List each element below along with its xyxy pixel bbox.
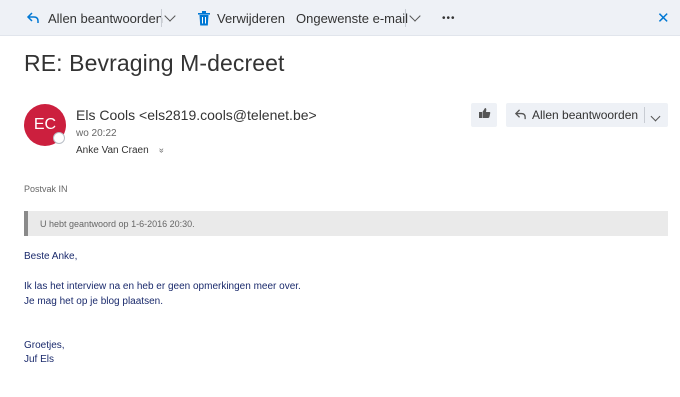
thumbs-up-icon bbox=[478, 106, 491, 124]
sender-name[interactable]: Els Cools <els2819.cools@telenet.be> bbox=[76, 107, 317, 123]
like-button[interactable] bbox=[471, 103, 497, 127]
recipient-line: Anke Van Craen » bbox=[76, 145, 167, 156]
body-line: Ik las het interview na en heb er geen o… bbox=[24, 281, 301, 292]
reply-all-icon bbox=[26, 11, 40, 25]
folder-label: Postvak IN bbox=[24, 184, 68, 194]
chevron-down-icon bbox=[409, 10, 421, 22]
junk-options-dropdown[interactable] bbox=[409, 0, 421, 36]
reply-all-label: Allen beantwoorden bbox=[48, 10, 163, 26]
close-icon: ✕ bbox=[657, 10, 670, 27]
delete-label: Verwijderen bbox=[217, 10, 285, 26]
reply-all-button[interactable]: Allen beantwoorden bbox=[506, 103, 668, 127]
reply-options-dropdown[interactable] bbox=[164, 0, 176, 36]
body-line: Je mag het op je blog plaatsen. bbox=[24, 296, 163, 307]
more-actions-button[interactable]: ••• bbox=[442, 0, 456, 36]
expand-recipients-icon[interactable]: » bbox=[157, 148, 167, 153]
junk-email-label: Ongewenste e-mail bbox=[296, 10, 408, 26]
close-button[interactable]: ✕ bbox=[657, 0, 670, 36]
reply-all-icon bbox=[514, 108, 527, 124]
email-subject: RE: Bevraging M-decreet bbox=[24, 50, 285, 76]
recipient-name[interactable]: Anke Van Craen bbox=[76, 145, 149, 156]
more-icon: ••• bbox=[442, 12, 456, 24]
trash-icon bbox=[197, 10, 211, 26]
chevron-down-icon bbox=[650, 111, 661, 122]
avatar-initials: EC bbox=[33, 116, 57, 133]
replied-notice-text: U hebt geantwoord op 1-6-2016 20:30. bbox=[40, 218, 195, 229]
chevron-down-icon bbox=[164, 10, 176, 22]
button-divider bbox=[644, 107, 645, 123]
toolbar-divider bbox=[405, 9, 406, 27]
presence-status-icon bbox=[53, 132, 65, 144]
body-signature: Juf Els bbox=[24, 354, 55, 365]
junk-email-button[interactable]: Ongewenste e-mail bbox=[296, 0, 408, 36]
sent-time: wo 20:22 bbox=[76, 128, 117, 139]
delete-button[interactable]: Verwijderen bbox=[197, 0, 285, 36]
reply-all-label: Allen beantwoorden bbox=[532, 108, 639, 122]
body-greeting: Beste Anke, bbox=[24, 251, 78, 262]
body-closing: Groetjes, bbox=[24, 340, 65, 351]
reply-all-button[interactable]: Allen beantwoorden bbox=[26, 0, 163, 36]
command-toolbar: Allen beantwoorden Verwijderen Ongewenst… bbox=[0, 0, 680, 36]
replied-notice: U hebt geantwoord op 1-6-2016 20:30. bbox=[24, 211, 668, 236]
toolbar-divider bbox=[161, 9, 162, 27]
reply-options-dropdown[interactable] bbox=[650, 109, 661, 123]
